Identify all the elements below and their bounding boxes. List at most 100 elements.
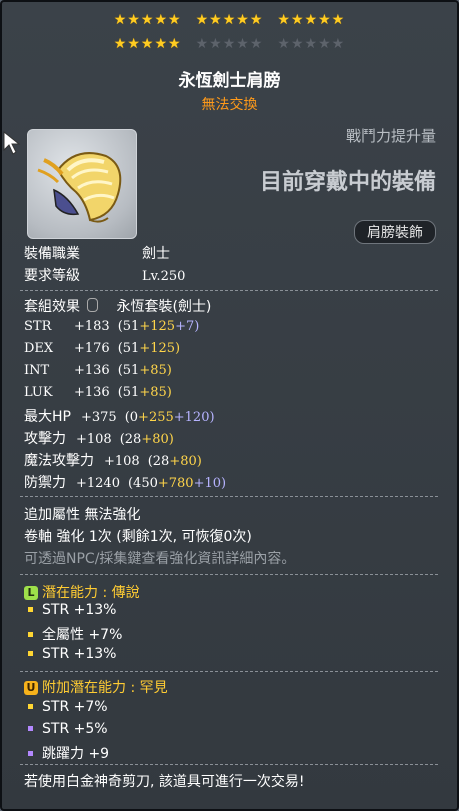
stat-row: 攻擊力 +108 (28+80)	[24, 428, 174, 448]
potential-line: 全屬性 +7%	[24, 624, 122, 644]
stat-bonus: +80)	[169, 454, 202, 469]
star-filled-icon: ★	[140, 12, 155, 28]
potential-line: STR +13%	[24, 646, 116, 662]
power-increase-label: 戰鬥力提升量	[345, 127, 436, 145]
star-force-row-2: ★★★★★ ★★★★★ ★★★★★	[2, 36, 457, 52]
star-empty-icon: ★	[209, 36, 223, 52]
additional-potential-title: 附加潛在能力 : 罕見	[42, 680, 168, 696]
stat-base: (28	[119, 432, 142, 447]
stat-row: 防禦力 +1240 (450+780+10)	[24, 472, 226, 492]
potential-line: STR +5%	[24, 721, 108, 737]
stat-name: STR	[24, 319, 52, 334]
star-filled-icon: ★	[318, 12, 332, 28]
bullet-icon	[28, 631, 33, 637]
mouse-icon	[87, 298, 99, 312]
star-filled-icon: ★	[127, 12, 141, 28]
bullet-icon	[28, 650, 33, 656]
star-filled-icon: ★	[154, 36, 169, 52]
stat-bonus: +780	[157, 476, 194, 491]
bullet-icon	[28, 725, 33, 731]
mouse-cursor-icon	[3, 130, 21, 155]
level-requirement: 要求等級 Lv.250	[24, 265, 185, 285]
stat-row: LUK +136 (51+85)	[24, 384, 172, 400]
job-value: 劍士	[142, 246, 170, 262]
potential-header: L 潛在能力 : 傳說	[24, 582, 140, 602]
potential-line: 跳躍力 +9	[24, 743, 109, 763]
item-tooltip: ★★★★★ ★★★★★ ★★★★★ ★★★★★ ★★★★★ ★★★★★ 永恆劍士肩膀 無…	[0, 0, 459, 811]
stat-total: +183	[74, 319, 110, 334]
star-filled-icon: ★	[249, 12, 264, 28]
item-name: 永恆劍士肩膀	[178, 71, 281, 91]
potential-line: STR +13%	[24, 602, 116, 618]
trade-scissors-notice: 若使用白金神奇剪刀, 該道具可進行一次交易!	[24, 774, 305, 790]
potential-line-text: STR +13%	[42, 646, 117, 662]
star-group: ★★★★★	[196, 36, 264, 52]
potential-title: 潛在能力 : 傳說	[42, 585, 140, 601]
star-filled-icon: ★	[304, 12, 319, 28]
potential-line-text: STR +7%	[42, 699, 108, 715]
stat-name: 最大HP	[24, 409, 71, 425]
shoulder-armor-icon	[37, 152, 122, 223]
star-filled-icon: ★	[222, 12, 237, 28]
stat-bonus: +255	[138, 410, 174, 425]
stat-base: (51	[117, 319, 140, 334]
npc-hint: 可透過NPC/採集鍵查看強化資訊詳細內容。	[24, 551, 296, 567]
stat-name: 防禦力	[24, 475, 66, 491]
job-requirement: 裝備職業 劍士	[24, 243, 170, 263]
bullet-icon	[28, 606, 33, 612]
stat-row: 最大HP +375 (0+255+120)	[24, 406, 215, 426]
star-group: ★★★★★	[114, 12, 182, 28]
additional-attribute: 追加屬性 無法強化	[24, 507, 141, 523]
star-filled-icon: ★	[290, 12, 305, 28]
bullet-icon	[28, 703, 33, 709]
stat-base: (51	[117, 341, 140, 356]
stat-base: (28	[147, 454, 170, 469]
star-filled-icon: ★	[113, 12, 128, 28]
stat-total: +108	[76, 432, 112, 447]
stat-base: (450	[127, 476, 158, 491]
star-filled-icon: ★	[168, 12, 182, 28]
bullet-icon	[28, 750, 33, 756]
star-filled-icon: ★	[154, 12, 169, 28]
star-empty-icon: ★	[304, 36, 319, 52]
stat-bonus: +125	[139, 319, 176, 334]
stat-enh: +10)	[193, 476, 227, 491]
stat-row: 魔法攻擊力 +108 (28+80)	[24, 450, 202, 470]
legendary-badge-icon: L	[24, 586, 38, 600]
divider	[20, 290, 438, 291]
star-empty-icon: ★	[195, 36, 210, 52]
scroll-upgrade-info: 卷軸 強化 1次 (剩餘1次, 可恢復0次)	[24, 529, 252, 545]
stat-base: (51	[117, 385, 140, 400]
stat-name: DEX	[24, 341, 54, 356]
set-effect-row: 套組效果 永恆套裝(劍士)	[24, 296, 211, 316]
star-group: ★★★★★	[277, 36, 345, 52]
stat-total: +136	[74, 385, 110, 400]
stat-bonus: +85)	[139, 385, 172, 400]
equip-slot-badge: 肩膀裝飾	[354, 220, 436, 244]
star-force-row-1: ★★★★★ ★★★★★ ★★★★★	[2, 12, 457, 28]
star-filled-icon: ★	[209, 12, 223, 28]
item-icon-frame	[27, 129, 137, 239]
divider	[20, 574, 438, 575]
star-filled-icon: ★	[277, 12, 291, 28]
potential-line-text: 全屬性 +7%	[42, 627, 123, 643]
star-group: ★★★★★	[114, 36, 182, 52]
potential-line-text: 跳躍力 +9	[42, 746, 110, 762]
potential-line-text: STR +5%	[42, 721, 108, 737]
star-filled-icon: ★	[168, 36, 182, 52]
star-group: ★★★★★	[196, 12, 264, 28]
potential-line-text: STR +13%	[42, 602, 117, 618]
stat-total: +136	[74, 363, 110, 378]
stat-row: INT +136 (51+85)	[24, 362, 172, 378]
trade-status: 無法交換	[201, 97, 258, 113]
stat-name: INT	[24, 363, 50, 378]
level-label: 要求等級	[24, 268, 80, 284]
stat-total: +375	[80, 410, 117, 425]
additional-potential-header: U 附加潛在能力 : 罕見	[24, 677, 168, 697]
stat-enh: +7)	[175, 319, 200, 334]
star-filled-icon: ★	[195, 12, 210, 28]
stat-base: (0	[124, 410, 139, 425]
stat-name: 魔法攻擊力	[24, 453, 94, 469]
unique-badge-icon: U	[24, 681, 38, 695]
job-label: 裝備職業	[24, 246, 80, 262]
